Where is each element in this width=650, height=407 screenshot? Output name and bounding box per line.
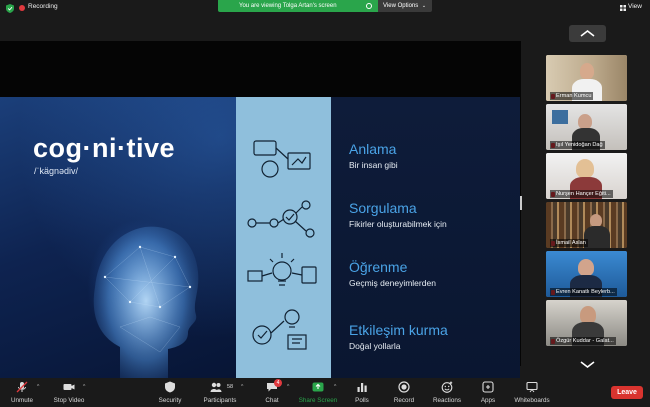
recording-dot-icon xyxy=(19,5,25,11)
chat-badge: 4 xyxy=(274,379,282,387)
viewing-screen-banner: You are viewing Tolga Artan's screen xyxy=(218,0,378,12)
slide-title-word: cog·ni·tive xyxy=(33,133,176,163)
participant-name: Işıl Yenidoğan Dağ xyxy=(550,141,605,149)
questioning-icon xyxy=(247,200,315,238)
view-options-button[interactable]: View Options ⌄ xyxy=(378,0,432,12)
security-label: Security xyxy=(158,397,182,404)
security-button[interactable]: Security xyxy=(154,378,186,407)
shared-screen-area[interactable]: cog·ni·tive /ˈkägnədiv/ Anlama Bir insan… xyxy=(0,41,521,391)
participants-label: Participants xyxy=(203,397,237,404)
video-camera-icon xyxy=(63,384,75,390)
chat-label: Chat xyxy=(265,397,279,404)
item-1-title: Anlama xyxy=(349,141,397,157)
participant-name: Erman Kumcu xyxy=(550,92,594,100)
viewing-banner-text: You are viewing Tolga Artan's screen xyxy=(239,3,337,9)
record-button[interactable]: Record xyxy=(391,378,417,407)
share-scrollbar[interactable] xyxy=(520,196,522,210)
item-1-subtitle: Bir insan gibi xyxy=(349,160,398,170)
polls-button[interactable]: Polls xyxy=(350,378,374,407)
video-tile[interactable]: Evren Kanatlı Beylerb... xyxy=(546,251,627,297)
record-icon xyxy=(398,381,410,393)
share-options-caret-icon[interactable]: ^ xyxy=(334,384,336,390)
understanding-icon xyxy=(253,140,311,178)
chevron-down-icon: ⌄ xyxy=(421,3,427,9)
whiteboard-icon xyxy=(526,381,538,393)
view-button[interactable]: View xyxy=(616,0,646,16)
meeting-toolbar: Unmute ^ Stop Video ^ Security 58 Partic… xyxy=(0,378,650,407)
participants-options-caret-icon[interactable]: ^ xyxy=(241,384,243,390)
leave-button[interactable]: Leave xyxy=(611,386,643,399)
bar-chart-icon xyxy=(357,383,367,392)
digital-head-illustration xyxy=(93,226,199,391)
learning-icon xyxy=(247,253,317,286)
participant-name: İsmail Aslan xyxy=(550,239,588,247)
security-shield-icon[interactable] xyxy=(6,4,14,13)
item-3-subtitle: Geçmiş deneyimlerden xyxy=(349,278,436,288)
whiteboards-button[interactable]: Whiteboards xyxy=(512,378,552,407)
chat-options-caret-icon[interactable]: ^ xyxy=(287,384,289,390)
item-3-title: Öğrenme xyxy=(349,259,408,275)
item-2-title: Sorgulama xyxy=(349,200,417,216)
video-tile[interactable]: İsmail Aslan xyxy=(546,202,627,248)
interaction-icon xyxy=(252,309,307,350)
share-screen-button[interactable]: Share Screen xyxy=(296,378,340,407)
scroll-down-button[interactable] xyxy=(569,356,606,373)
video-tile[interactable]: Özgür Kuddar - Galat... xyxy=(546,300,627,346)
participant-name: Özgür Kuddar - Galat... xyxy=(550,337,616,345)
slide-text-column: Anlama Bir insan gibi Sorgulama Fikirler… xyxy=(331,97,520,391)
smiley-icon xyxy=(441,381,453,393)
slide-icon-column xyxy=(236,97,331,391)
video-tile[interactable]: Nurşen Hançer Eğiti... xyxy=(546,153,627,199)
presentation-slide: cog·ni·tive /ˈkägnədiv/ Anlama Bir insan… xyxy=(0,97,520,391)
participant-name: Evren Kanatlı Beylerb... xyxy=(550,288,617,296)
view-options-label: View Options xyxy=(383,3,419,9)
chat-button[interactable]: 4 Chat xyxy=(258,378,286,407)
share-screen-icon xyxy=(312,382,324,392)
apps-icon xyxy=(482,381,494,393)
video-tile[interactable]: Erman Kumcu xyxy=(546,55,627,101)
whiteboards-label: Whiteboards xyxy=(514,397,550,404)
slide-pronunciation: /ˈkägnədiv/ xyxy=(34,166,79,176)
participants-button[interactable]: 58 Participants xyxy=(200,378,240,407)
chevron-down-icon xyxy=(580,361,595,368)
participants-count: 58 xyxy=(227,384,234,390)
shield-icon xyxy=(165,381,175,393)
muted-microphone-icon xyxy=(16,381,28,393)
reactions-button[interactable]: Reactions xyxy=(430,378,464,407)
video-options-caret-icon[interactable]: ^ xyxy=(83,384,85,390)
view-label: View xyxy=(628,3,642,10)
unmute-button[interactable]: Unmute xyxy=(8,378,36,407)
apps-label: Apps xyxy=(480,397,496,404)
reactions-label: Reactions xyxy=(432,397,461,404)
unmute-options-caret-icon[interactable]: ^ xyxy=(37,384,39,390)
unmute-label: Unmute xyxy=(10,397,34,404)
info-icon xyxy=(366,3,372,9)
polls-label: Polls xyxy=(355,397,369,404)
item-4-title: Etkileşim kurma xyxy=(349,322,448,338)
video-tile[interactable]: Işıl Yenidoğan Dağ xyxy=(546,104,627,150)
recording-label: Recording xyxy=(28,3,58,10)
scroll-up-button[interactable] xyxy=(569,25,606,42)
item-2-subtitle: Fikirler oluşturabilmek için xyxy=(349,219,447,229)
slide-hero-panel: cog·ni·tive /ˈkägnədiv/ xyxy=(0,97,236,391)
zoom-meeting-window: Recording You are viewing Tolga Artan's … xyxy=(0,0,650,407)
participants-icon xyxy=(210,382,222,392)
participant-name: Nurşen Hançer Eğiti... xyxy=(550,190,613,198)
stop-video-label: Stop Video xyxy=(53,397,85,404)
item-4-subtitle: Doğal yollarla xyxy=(349,341,401,351)
grid-view-icon xyxy=(620,5,626,11)
apps-button[interactable]: Apps xyxy=(476,378,500,407)
chevron-up-icon xyxy=(580,30,595,37)
share-screen-label: Share Screen xyxy=(298,397,338,404)
stop-video-button[interactable]: Stop Video xyxy=(50,378,88,407)
record-label: Record xyxy=(393,397,415,404)
top-bar: Recording You are viewing Tolga Artan's … xyxy=(0,0,650,16)
